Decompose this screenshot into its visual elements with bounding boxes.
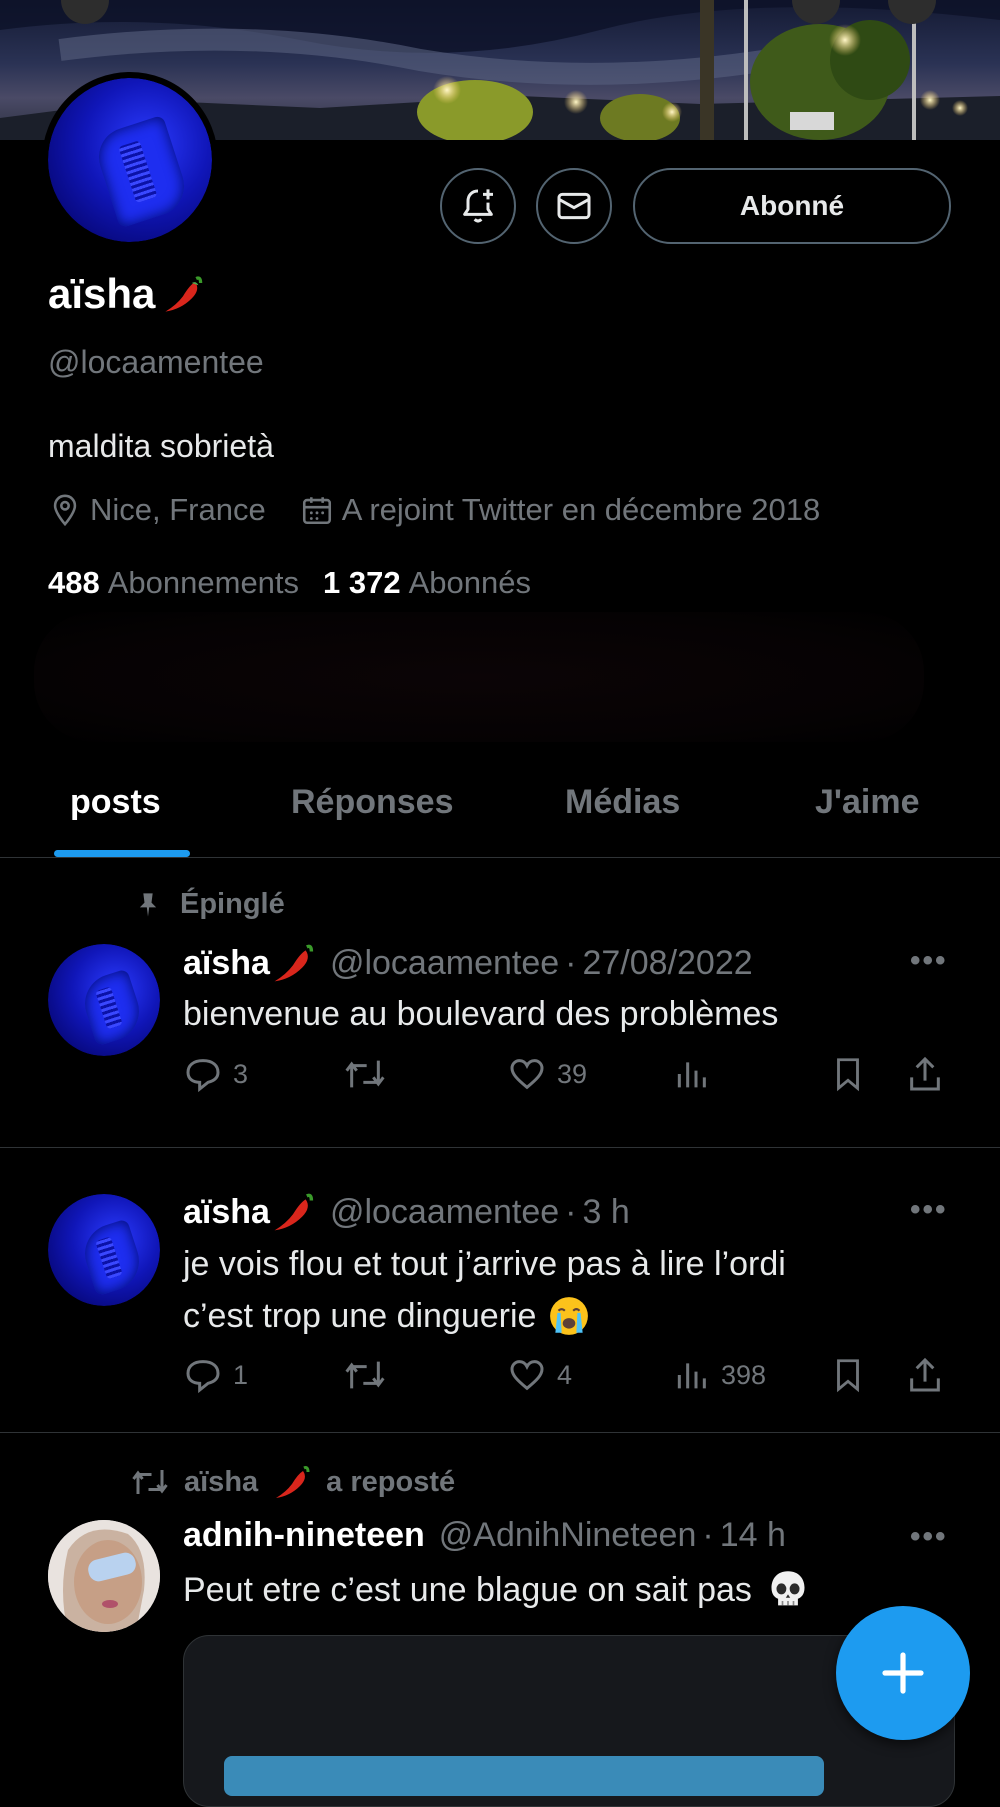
tweet-author-name[interactable]: aïsha bbox=[183, 940, 316, 986]
tweet-avatar[interactable] bbox=[48, 944, 160, 1056]
like-button[interactable]: 39 bbox=[507, 1054, 587, 1094]
profile-name: aïsha bbox=[48, 270, 156, 317]
reply-button[interactable]: 1 bbox=[183, 1355, 248, 1395]
reply-count: 1 bbox=[233, 1359, 249, 1390]
tweet-header: aïsha @locaamentee · 3 h bbox=[183, 1189, 630, 1235]
repost-label-row: aïsha a reposté bbox=[130, 1462, 455, 1502]
bookmark-button[interactable] bbox=[829, 1054, 867, 1094]
share-icon bbox=[910, 1056, 940, 1091]
tweet-divider bbox=[0, 1432, 1000, 1433]
reply-count: 3 bbox=[233, 1058, 249, 1089]
notification-bell-plus-icon bbox=[463, 189, 493, 223]
skull-emoji bbox=[771, 1571, 805, 1606]
avatar-image bbox=[48, 1520, 160, 1632]
like-count: 4 bbox=[557, 1359, 573, 1390]
pin-icon bbox=[139, 892, 157, 917]
tweet-more-button[interactable]: ••• bbox=[910, 1193, 948, 1227]
share-button[interactable] bbox=[905, 1355, 945, 1395]
repost-button[interactable] bbox=[343, 1355, 387, 1395]
views-icon bbox=[677, 1363, 706, 1389]
repost-icon bbox=[345, 1060, 385, 1088]
bookmark-icon bbox=[837, 1359, 859, 1393]
repost-icon bbox=[345, 1361, 385, 1389]
mail-icon bbox=[557, 192, 591, 220]
tweet-time[interactable]: 14 h bbox=[720, 1516, 786, 1555]
tweet-text: je vois flou et tout j’arrive pas à lire… bbox=[183, 1245, 786, 1335]
tab-posts[interactable]: posts bbox=[70, 783, 161, 822]
tweet-handle: @AdnihNineteen bbox=[438, 1516, 697, 1554]
tweet-text: bienvenue au boulevard des problèmes bbox=[183, 995, 779, 1033]
loudly-crying-emoji bbox=[550, 1297, 589, 1335]
profile-counts: 488 Abonnements 1 372 Abonnés bbox=[48, 565, 531, 601]
like-icon bbox=[510, 1360, 544, 1391]
tab-likes[interactable]: J'aime bbox=[815, 783, 920, 822]
chili-emoji bbox=[274, 1193, 314, 1231]
views-button[interactable]: 398 bbox=[671, 1355, 766, 1395]
like-button[interactable]: 4 bbox=[507, 1355, 572, 1395]
reply-icon bbox=[186, 1360, 220, 1394]
reply-button[interactable]: 3 bbox=[183, 1054, 248, 1094]
views-count: 398 bbox=[721, 1359, 767, 1390]
profile-location: Nice, France bbox=[48, 492, 266, 528]
chili-emoji bbox=[276, 1466, 310, 1498]
profile-name-row: aïsha bbox=[48, 270, 205, 318]
like-icon bbox=[510, 1059, 544, 1090]
tweet-text: Peut etre c’est une blague on sait pas bbox=[183, 1564, 943, 1616]
tweet-header: adnih-nineteen @AdnihNineteen · 14 h bbox=[183, 1516, 786, 1555]
repost-label: a reposté bbox=[326, 1465, 456, 1498]
tweet-handle: @locaamentee bbox=[329, 1192, 560, 1231]
bookmark-icon bbox=[837, 1058, 859, 1092]
views-icon bbox=[677, 1062, 706, 1088]
profile-tabs: posts Réponses Médias J'aime bbox=[0, 765, 1000, 858]
repost-icon bbox=[132, 1470, 168, 1494]
tweet-divider bbox=[0, 1147, 1000, 1148]
location-text: Nice, France bbox=[90, 492, 266, 527]
reposter-name[interactable]: aïsha bbox=[184, 1466, 258, 1499]
chili-emoji bbox=[274, 944, 314, 982]
media-content bbox=[224, 1756, 824, 1796]
message-button[interactable] bbox=[536, 168, 612, 244]
chili-emoji bbox=[165, 276, 203, 312]
active-tab-indicator bbox=[54, 850, 190, 857]
tweet-time[interactable]: 3 h bbox=[582, 1193, 629, 1232]
profile-avatar[interactable] bbox=[42, 72, 218, 248]
joined-text: A rejoint Twitter en décembre 2018 bbox=[341, 492, 821, 527]
tweet-author-name[interactable]: aïsha bbox=[183, 1189, 316, 1235]
compose-plus-icon bbox=[882, 1652, 924, 1694]
tweet-more-button[interactable]: ••• bbox=[910, 1520, 948, 1554]
profile-bio: maldita sobrietà bbox=[48, 428, 274, 464]
share-icon bbox=[910, 1357, 940, 1392]
pinned-label: Épinglé bbox=[180, 888, 285, 920]
following-link[interactable]: 488 Abonnements bbox=[48, 565, 299, 601]
tweet-header: aïsha @locaamentee · 27/08/2022 bbox=[183, 940, 753, 986]
tab-media[interactable]: Médias bbox=[565, 783, 680, 822]
profile-meta: Nice, France A rejoint Twitter en décemb… bbox=[48, 492, 854, 528]
share-button[interactable] bbox=[905, 1054, 945, 1094]
reply-icon bbox=[186, 1059, 220, 1093]
tweet-handle: @locaamentee bbox=[329, 943, 560, 982]
like-count: 39 bbox=[557, 1058, 588, 1089]
profile-handle: @locaamentee bbox=[48, 344, 264, 380]
avatar-image bbox=[48, 78, 212, 242]
tweet-time[interactable]: 27/08/2022 bbox=[582, 944, 752, 983]
blurred-area bbox=[34, 612, 924, 742]
profile-joined: A rejoint Twitter en décembre 2018 bbox=[300, 492, 821, 528]
repost-button[interactable] bbox=[343, 1054, 387, 1094]
views-button[interactable] bbox=[671, 1054, 711, 1094]
pinned-label-row: Épinglé bbox=[134, 888, 285, 921]
tweet-actions: 1 4 398 bbox=[183, 1355, 953, 1405]
calendar-icon bbox=[302, 497, 331, 525]
tab-replies[interactable]: Réponses bbox=[291, 783, 454, 822]
notifications-button[interactable] bbox=[440, 168, 516, 244]
tweet-avatar[interactable] bbox=[48, 1194, 160, 1306]
location-pin-icon bbox=[53, 494, 77, 527]
tweet-more-button[interactable]: ••• bbox=[910, 944, 948, 978]
tweet-actions: 3 39 bbox=[183, 1054, 953, 1104]
tweet-author-name[interactable]: adnih-nineteen bbox=[183, 1516, 425, 1555]
followers-link[interactable]: 1 372 Abonnés bbox=[323, 565, 531, 601]
tweet-avatar[interactable] bbox=[48, 1520, 160, 1632]
bookmark-button[interactable] bbox=[829, 1355, 867, 1395]
following-button[interactable]: Abonné bbox=[633, 168, 951, 244]
compose-button[interactable] bbox=[836, 1606, 970, 1740]
